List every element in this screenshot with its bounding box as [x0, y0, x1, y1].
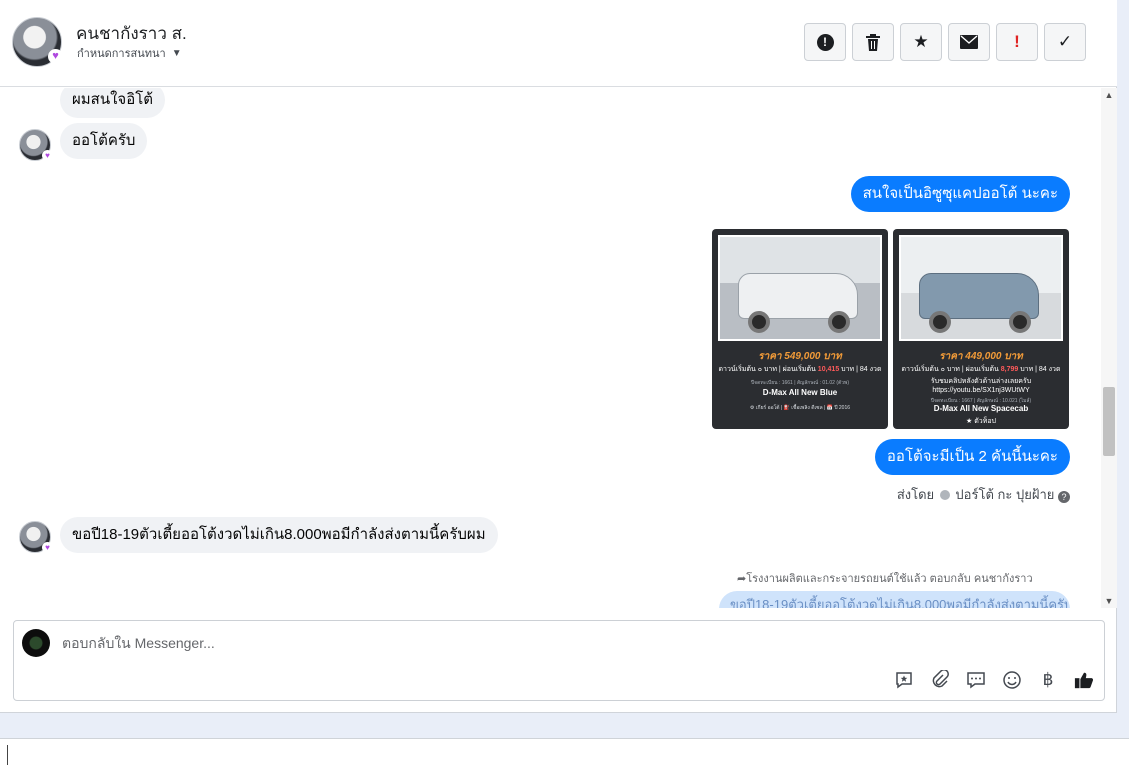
- card-terms-a: ดาวน์เริ่มต้น ๐ บาท | ผ่อนเริ่มต้น: [718, 366, 818, 373]
- bottom-input-bar[interactable]: [0, 738, 1129, 767]
- incoming-message: ผมสนใจอิโต้: [60, 88, 166, 118]
- mark-unread-button[interactable]: [948, 23, 990, 61]
- reply-arrow-icon: ➦: [737, 573, 747, 585]
- card-spec: ปีจดทะเบียน : 1661 | สัญลักษณ์ : 01.02 (…: [750, 380, 850, 386]
- sent-by-info: ส่งโดย ปอร์โต้ กะ ปุยฝ้าย ?: [897, 484, 1070, 505]
- inbox-panel: ♥ คนชากังราว ส. กำหนดการสนทนา ▼ ! ★ ! ✓ ผ…: [0, 0, 1117, 713]
- report-button[interactable]: !: [804, 23, 846, 61]
- spam-button[interactable]: !: [996, 23, 1038, 61]
- incoming-message: ออโต้ครับ: [60, 123, 148, 159]
- sent-by-name: ปอร์โต้ กะ ปุยฝ้าย: [955, 487, 1055, 502]
- card-video-note: รับชมคลิปหลังตัวด้านล่างเลยครับ: [930, 378, 1032, 385]
- messenger-badge-icon: ♥: [42, 542, 53, 553]
- truck-photo: [718, 235, 882, 341]
- star-icon: ★: [913, 32, 929, 51]
- conversation-header: ♥ คนชากังราว ส. กำหนดการสนทนา ▼ ! ★ ! ✓: [0, 0, 1117, 87]
- card-terms-a: ดาวน์เริ่มต้น ๐ บาท | ผ่อนเริ่มต้น: [901, 366, 1001, 373]
- sent-by-prefix: ส่งโดย: [896, 487, 935, 502]
- caret-down-icon: ▼: [171, 48, 182, 59]
- checkmark-icon: ✓: [1057, 32, 1073, 51]
- card-terms-b: บาท | 84 งวด: [1018, 366, 1061, 373]
- text-cursor: [7, 745, 8, 765]
- contact-avatar-small: ♥: [19, 521, 53, 553]
- reply-input[interactable]: [62, 633, 762, 653]
- emoji-icon[interactable]: [1002, 670, 1022, 690]
- reply-composer: ฿: [13, 620, 1105, 701]
- thread-scrollbar[interactable]: ▲ ▼: [1101, 88, 1117, 608]
- verified-icon: [939, 490, 950, 500]
- message-thread[interactable]: ผมสนใจอิโต้ ♥ ออโต้ครับ สนใจเป็นอิซูซุแค…: [0, 88, 1101, 608]
- page-avatar: [22, 629, 50, 657]
- card-terms: ดาวน์เริ่มต้น ๐ บาท | ผ่อนเริ่มต้น 10,41…: [712, 364, 888, 375]
- messenger-badge-icon: ♥: [48, 49, 63, 64]
- envelope-icon: [960, 35, 978, 49]
- card-video-link: https://youtu.be/SX1nj3WUtWY: [932, 387, 1030, 394]
- done-button[interactable]: ✓: [1044, 23, 1086, 61]
- quoted-message[interactable]: ขอปี18-19ตัวเตี้ยออโต้งวดไม่เกิน8.000พอม…: [719, 591, 1070, 608]
- scroll-thumb[interactable]: [1103, 387, 1115, 456]
- messenger-badge-icon: ♥: [42, 150, 53, 161]
- card-terms: ดาวน์เริ่มต้น ๐ บาท | ผ่อนเริ่มต้น 8,799…: [893, 364, 1069, 375]
- thumbs-up-icon[interactable]: [1074, 670, 1094, 690]
- reply-context-text: โรงงานผลิตและกระจายรถยนต์ใช้แล้ว ตอบกลับ…: [746, 573, 1033, 585]
- card-price: ราคา 449,000 บาท: [939, 351, 1023, 362]
- vehicle-image-card[interactable]: ราคา 549,000 บาท ดาวน์เริ่มต้น ๐ บาท | ผ…: [712, 229, 888, 429]
- card-footer: ⚙ เกียร์ ออโต้ | ⛽ เชื้อเพลิง ดีเซล | 📅 …: [749, 405, 851, 411]
- wheel: [1009, 311, 1031, 333]
- card-installment: 8,799: [1000, 366, 1019, 373]
- wheel: [748, 311, 770, 333]
- header-actions: ! ★ ! ✓: [804, 23, 1086, 61]
- reply-context: ➦โรงงานผลิตและกระจายรถยนต์ใช้แล้ว ตอบกลั…: [737, 569, 1033, 587]
- card-price: ราคา 549,000 บาท: [758, 351, 842, 362]
- vehicle-image-card[interactable]: ราคา 449,000 บาท ดาวน์เริ่มต้น ๐ บาท | ผ…: [893, 229, 1069, 429]
- contact-name[interactable]: คนชากังราว ส.: [76, 20, 187, 47]
- scroll-down-arrow-icon[interactable]: ▼: [1104, 596, 1114, 606]
- contact-avatar-small: ♥: [19, 129, 53, 161]
- truck-photo: [899, 235, 1063, 341]
- conversation-settings-label: กำหนดการสนทนา: [77, 48, 166, 60]
- alert-circle-icon: !: [816, 33, 834, 51]
- card-model: D-Max All New Blue: [762, 388, 838, 397]
- composer-tools: ฿: [894, 670, 1094, 690]
- card-tag: ★ ตัวท็อป: [966, 418, 996, 425]
- star-button[interactable]: ★: [900, 23, 942, 61]
- baht-icon[interactable]: ฿: [1038, 670, 1058, 690]
- trash-icon: [866, 33, 880, 51]
- saved-reply-icon[interactable]: [894, 670, 914, 690]
- conversation-settings[interactable]: กำหนดการสนทนา ▼: [77, 44, 182, 62]
- scroll-up-arrow-icon[interactable]: ▲: [1104, 90, 1114, 100]
- wheel: [828, 311, 850, 333]
- outgoing-message: สนใจเป็นอิซูซุแคปออโต้ นะคะ: [850, 176, 1070, 212]
- chat-icon[interactable]: [966, 670, 986, 690]
- contact-avatar[interactable]: ♥: [12, 17, 63, 67]
- card-terms-b: บาท | 84 งวด: [839, 366, 882, 373]
- help-icon[interactable]: ?: [1058, 491, 1070, 503]
- attachment-icon[interactable]: [930, 670, 950, 690]
- delete-button[interactable]: [852, 23, 894, 61]
- incoming-message: ขอปี18-19ตัวเตี้ยออโต้งวดไม่เกิน8.000พอม…: [60, 517, 498, 553]
- exclamation-icon: !: [1014, 32, 1020, 51]
- card-installment: 10,415: [817, 366, 840, 373]
- wheel: [929, 311, 951, 333]
- card-model: D-Max All New Spacecab: [933, 404, 1029, 413]
- outgoing-message: ออโต้จะมีเป็น 2 คันนี้นะคะ: [874, 439, 1070, 475]
